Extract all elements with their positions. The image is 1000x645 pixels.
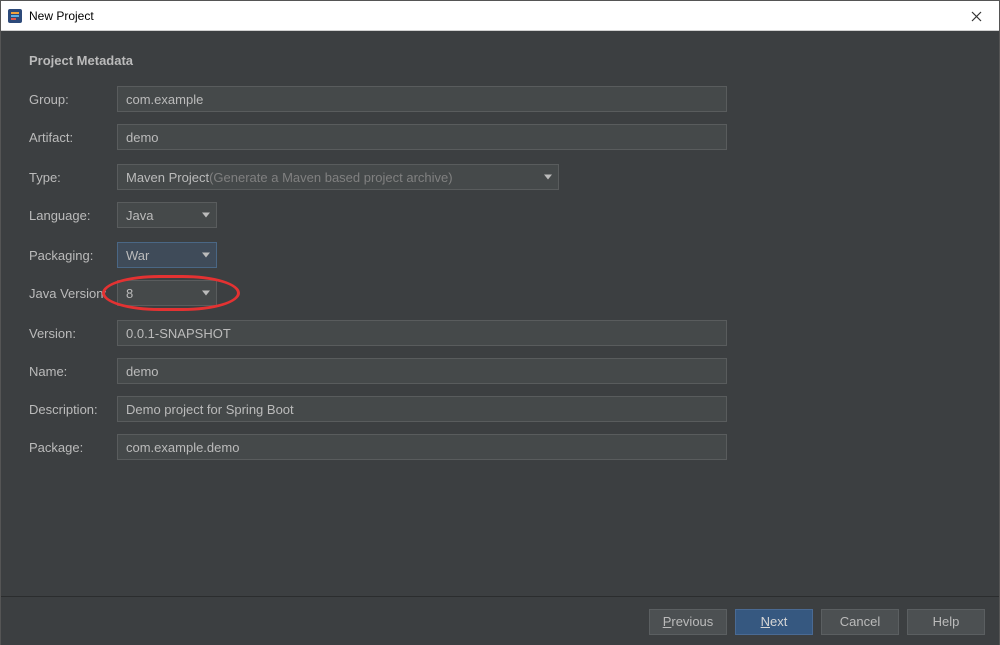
- previous-button[interactable]: Previous: [649, 609, 727, 635]
- chevron-down-icon: [202, 253, 210, 258]
- input-version[interactable]: [117, 320, 727, 346]
- help-label: Help: [933, 614, 960, 629]
- app-icon: [7, 8, 23, 24]
- section-title: Project Metadata: [29, 53, 971, 68]
- row-version: Version:: [29, 320, 971, 346]
- cancel-button[interactable]: Cancel: [821, 609, 899, 635]
- help-button[interactable]: Help: [907, 609, 985, 635]
- combo-type-hint: (Generate a Maven based project archive): [209, 170, 453, 185]
- chevron-down-icon: [202, 213, 210, 218]
- combo-language[interactable]: Java: [117, 202, 217, 228]
- previous-rest: revious: [671, 614, 713, 629]
- row-java-version: Java Version: 8: [29, 280, 971, 306]
- mnemonic-n: N: [761, 614, 770, 629]
- combo-packaging-value: War: [126, 248, 149, 263]
- input-package[interactable]: [117, 434, 727, 460]
- input-group[interactable]: [117, 86, 727, 112]
- row-packaging: Packaging: War: [29, 242, 971, 268]
- chevron-down-icon: [544, 175, 552, 180]
- combo-language-value: Java: [126, 208, 153, 223]
- next-button[interactable]: Next: [735, 609, 813, 635]
- row-name: Name:: [29, 358, 971, 384]
- label-language: Language:: [29, 208, 117, 223]
- label-artifact: Artifact:: [29, 130, 117, 145]
- row-language: Language: Java: [29, 202, 971, 228]
- row-package: Package:: [29, 434, 971, 460]
- combo-java-version[interactable]: 8: [117, 280, 217, 306]
- label-java-version: Java Version:: [29, 286, 117, 301]
- close-button[interactable]: [953, 1, 999, 31]
- label-type: Type:: [29, 170, 117, 185]
- combo-packaging[interactable]: War: [117, 242, 217, 268]
- row-description: Description:: [29, 396, 971, 422]
- window-title: New Project: [29, 9, 94, 23]
- label-packaging: Packaging:: [29, 248, 117, 263]
- label-package: Package:: [29, 440, 117, 455]
- main-panel: Project Metadata Group: Artifact: Type: …: [1, 31, 999, 645]
- row-group: Group:: [29, 86, 971, 112]
- label-name: Name:: [29, 364, 117, 379]
- input-name[interactable]: [117, 358, 727, 384]
- combo-type[interactable]: Maven Project (Generate a Maven based pr…: [117, 164, 559, 190]
- input-description[interactable]: [117, 396, 727, 422]
- label-version: Version:: [29, 326, 117, 341]
- row-type: Type: Maven Project (Generate a Maven ba…: [29, 164, 971, 190]
- window-titlebar: New Project: [1, 1, 999, 31]
- cancel-label: Cancel: [840, 614, 880, 629]
- label-group: Group:: [29, 92, 117, 107]
- chevron-down-icon: [202, 291, 210, 296]
- button-bar: Previous Next Cancel Help: [1, 596, 999, 645]
- combo-java-version-value: 8: [126, 286, 133, 301]
- label-description: Description:: [29, 402, 117, 417]
- row-artifact: Artifact:: [29, 124, 971, 150]
- input-artifact[interactable]: [117, 124, 727, 150]
- next-rest: ext: [770, 614, 787, 629]
- combo-type-value: Maven Project: [126, 170, 209, 185]
